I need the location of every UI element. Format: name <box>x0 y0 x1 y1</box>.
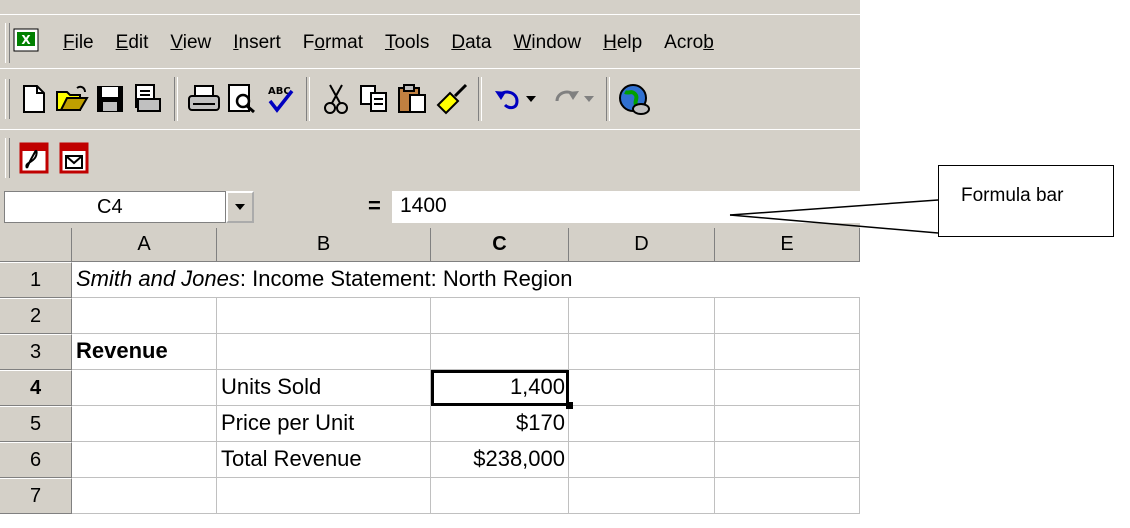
toolbar-separator <box>478 77 482 121</box>
redo-dropdown-arrow-icon[interactable] <box>578 79 600 119</box>
callout-pointer <box>729 199 939 234</box>
menu-grip[interactable] <box>5 23 10 63</box>
name-box[interactable]: C4 <box>4 191 226 223</box>
menu-item[interactable]: Acrob <box>653 28 725 58</box>
print-preview-setup-icon[interactable] <box>128 79 168 119</box>
menu-item[interactable]: File <box>52 28 105 58</box>
column-header-b[interactable]: B <box>217 228 431 262</box>
pdf-toolbar <box>0 129 860 187</box>
worksheet-grid: A B C D E 1 2 3 4 5 6 7 Smith and Jones:… <box>0 228 860 528</box>
row-header-2[interactable]: 2 <box>0 298 72 334</box>
grid-cell[interactable] <box>715 334 860 370</box>
column-header-d[interactable]: D <box>569 228 715 262</box>
spelling-icon[interactable]: ABC <box>260 79 300 119</box>
company-name: Smith and Jones <box>76 266 240 291</box>
row-header-6[interactable]: 6 <box>0 442 72 478</box>
excel-app-icon[interactable]: X <box>13 28 39 52</box>
convert-to-pdf-icon[interactable] <box>14 138 54 178</box>
grid-cell[interactable] <box>569 478 715 514</box>
select-all-corner[interactable] <box>0 228 72 262</box>
grid-cell[interactable] <box>569 406 715 442</box>
grid-cell[interactable] <box>715 478 860 514</box>
grid-cell[interactable] <box>72 370 217 406</box>
grid-cell[interactable] <box>431 298 569 334</box>
cell-b5[interactable]: Price per Unit <box>217 406 431 442</box>
toolbar-separator <box>174 77 178 121</box>
svg-text:X: X <box>21 33 31 47</box>
grid-cell[interactable] <box>72 298 217 334</box>
column-header-c[interactable]: C <box>431 228 569 262</box>
copy-icon[interactable] <box>354 79 394 119</box>
grid-cell[interactable] <box>715 370 860 406</box>
cell-b4[interactable]: Units Sold <box>217 370 431 406</box>
row-header-1[interactable]: 1 <box>0 262 72 298</box>
menu-item[interactable]: View <box>159 28 222 58</box>
grid-cell[interactable] <box>217 478 431 514</box>
menu-item[interactable]: Tools <box>374 28 440 58</box>
menu-bar: X File Edit View Insert Format Tools Data Windo… <box>0 14 860 69</box>
grid-cell[interactable] <box>72 478 217 514</box>
grid-cell[interactable] <box>715 442 860 478</box>
standard-toolbar: ABC <box>0 68 860 130</box>
save-icon[interactable] <box>90 79 130 119</box>
grid-cell[interactable] <box>569 334 715 370</box>
equals-label[interactable]: = <box>368 193 381 219</box>
grid-cell[interactable] <box>217 298 431 334</box>
grid-cell[interactable] <box>431 334 569 370</box>
menu-item[interactable]: Edit <box>105 28 160 58</box>
print-icon[interactable] <box>184 79 224 119</box>
row-header-5[interactable]: 5 <box>0 406 72 442</box>
grid-cell[interactable] <box>569 442 715 478</box>
cell-b6[interactable]: Total Revenue <box>217 442 431 478</box>
web-icon[interactable] <box>614 79 654 119</box>
menu-item[interactable]: Insert <box>222 28 292 58</box>
grid-cell[interactable] <box>72 442 217 478</box>
cell-a1[interactable]: Smith and Jones: Income Statement: North… <box>72 262 860 298</box>
menu-item[interactable]: Format <box>292 28 374 58</box>
grid-cell[interactable] <box>217 334 431 370</box>
cut-icon[interactable] <box>316 79 356 119</box>
new-icon[interactable] <box>14 79 54 119</box>
convert-and-email-pdf-icon[interactable] <box>54 138 94 178</box>
cell-c5[interactable]: $170 <box>431 406 569 442</box>
menu-items: File Edit View Insert Format Tools Data Window H… <box>52 28 725 58</box>
cell-c6[interactable]: $238,000 <box>431 442 569 478</box>
row-header-7[interactable]: 7 <box>0 478 72 514</box>
menu-item[interactable]: Data <box>440 28 502 58</box>
excel-window: X File Edit View Insert Format Tools Data Windo… <box>0 0 860 528</box>
toolbar-grip[interactable] <box>5 138 10 178</box>
undo-dropdown-arrow-icon[interactable] <box>520 79 542 119</box>
grid-cell[interactable] <box>431 478 569 514</box>
cell-a3[interactable]: Revenue <box>72 334 217 370</box>
grid-cell[interactable] <box>569 370 715 406</box>
toolbar-separator <box>606 77 610 121</box>
formula-bar-callout: Formula bar <box>938 165 1114 237</box>
toolbar-grip[interactable] <box>5 79 10 119</box>
name-box-dropdown-icon[interactable] <box>226 191 254 223</box>
row-header-4[interactable]: 4 <box>0 370 72 406</box>
column-header-a[interactable]: A <box>72 228 217 262</box>
cell-c4[interactable]: 1,400 <box>431 370 569 406</box>
grid-cell[interactable] <box>72 406 217 442</box>
open-icon[interactable] <box>52 79 92 119</box>
menu-item[interactable]: Window <box>502 28 592 58</box>
statement-title: : Income Statement: North Region <box>239 266 573 291</box>
menu-item[interactable]: Help <box>592 28 653 58</box>
toolbar-separator <box>306 77 310 121</box>
format-painter-icon[interactable] <box>432 79 472 119</box>
grid-cell[interactable] <box>715 406 860 442</box>
row-header-3[interactable]: 3 <box>0 334 72 370</box>
paste-icon[interactable] <box>392 79 432 119</box>
print-preview-icon[interactable] <box>222 79 262 119</box>
grid-cell[interactable] <box>715 298 860 334</box>
grid-cell[interactable] <box>569 298 715 334</box>
